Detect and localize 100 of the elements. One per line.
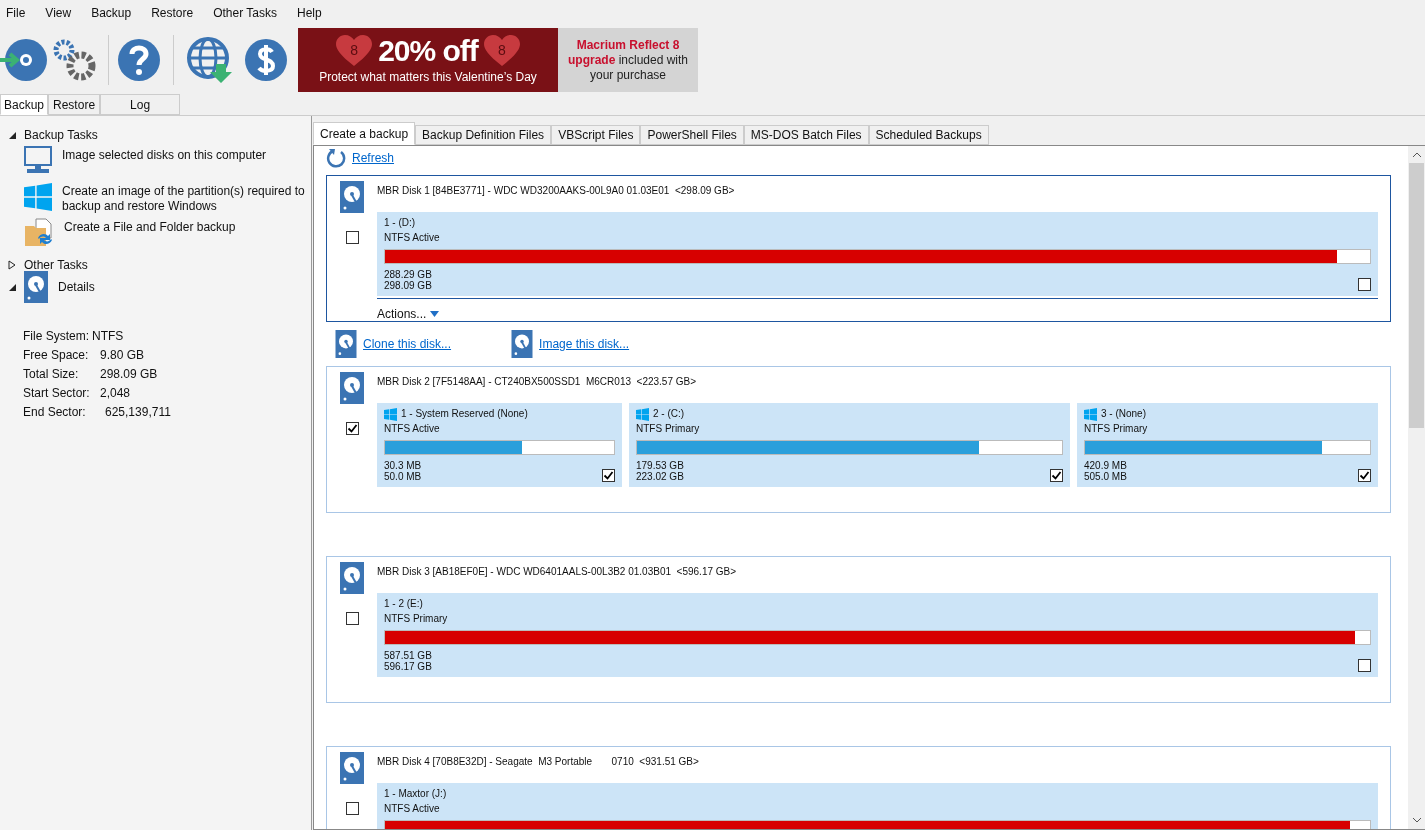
partition-checkbox[interactable] [1358, 469, 1371, 482]
detail-label: End Sector: [23, 404, 87, 421]
windows-icon [636, 407, 649, 421]
disk-checkbox[interactable] [345, 422, 359, 435]
menu-item[interactable]: View [45, 3, 72, 22]
partition-checkbox[interactable] [602, 469, 615, 482]
partition-label: 1 - System Reserved (None) [401, 407, 528, 421]
section-title[interactable]: Details [58, 278, 95, 296]
menu-item[interactable]: File [6, 3, 26, 22]
partition-panel[interactable]: 1 - Maxtor (J:) NTFS Active [377, 783, 1378, 829]
task-item[interactable]: Create an image of the partition(s) required to backup and restore Windows [24, 182, 311, 218]
disk-checkbox[interactable] [345, 802, 359, 815]
total-size: 50.0 MB [384, 471, 422, 482]
content-tab[interactable]: MS-DOS Batch Files [743, 125, 869, 145]
total-size: 505.0 MB [1084, 471, 1127, 482]
partition-label: 1 - Maxtor (J:) [384, 787, 447, 801]
disk-title: MBR Disk 2 [7F5148AA] - CT240BX500SSD1 M6CR013 <223.57 GB> [377, 375, 698, 389]
content-tab[interactable]: Backup Definition Files [415, 125, 552, 145]
partition-panel[interactable]: 1 - (D:) NTFS Active 288.29 GB 298.09 GB [377, 212, 1378, 296]
menu-item[interactable]: Help [297, 3, 322, 22]
partition-checkbox[interactable] [1358, 278, 1371, 291]
disk-card[interactable]: MBR Disk 1 [84BE3771] - WDC WD3200AAKS-00L9A0 01.03E01 <298.09 GB> 1 - (D:) NTFS Active 288.29 GB 298.09 GB Actions... [326, 175, 1391, 322]
banner-tagline: Protect what matters this Valentine’s Day [319, 69, 537, 86]
used-size: 288.29 GB [384, 269, 432, 280]
partition-label: 3 - (None) [1101, 407, 1146, 421]
partition-checkbox[interactable] [1358, 659, 1371, 672]
file-system-label: NTFS Active [384, 231, 441, 245]
refresh-icon[interactable] [326, 148, 346, 168]
used-size: 179.53 GB [636, 460, 684, 471]
detail-value: NTFS [92, 328, 124, 345]
disk-checkbox[interactable] [345, 231, 359, 244]
content-tab[interactable]: Scheduled Backups [868, 125, 989, 145]
detail-label: File System: [23, 328, 89, 345]
scrollbar[interactable] [1408, 146, 1425, 829]
partition-panel[interactable]: 1 - 2 (E:) NTFS Primary 587.51 GB 596.17 GB [377, 593, 1378, 677]
content-tab[interactable]: VBScript Files [551, 125, 641, 145]
disk-card[interactable]: MBR Disk 4 [70B8E32D] - Seagate M3 Portable 0710 <931.51 GB> 1 - Maxtor (J:) NTFS Active [326, 746, 1391, 829]
offer-text: Macrium Reflect 8 upgrade included with your purchase [566, 37, 690, 83]
partition-checkbox[interactable] [1050, 469, 1063, 482]
partition-panel[interactable]: 1 - System Reserved (None) NTFS Active 30.3 MB 50.0 MB [377, 403, 622, 487]
file-system-label: NTFS Primary [1084, 422, 1149, 436]
detail-label: Total Size: [23, 366, 80, 383]
main-tab[interactable]: Restore [48, 94, 101, 115]
menu-item[interactable]: Other Tasks [213, 3, 277, 22]
detail-label: Free Space: [23, 347, 90, 364]
disk-card[interactable]: MBR Disk 3 [AB18EF0E] - WDC WD6401AALS-00L3B2 01.03B01 <596.17 GB> 1 - 2 (E:) NTFS Primary 587.51 GB 596.17 GB [326, 556, 1391, 703]
section-title[interactable]: Backup Tasks [24, 126, 98, 144]
disk-image-icon[interactable] [0, 36, 48, 84]
main-tab[interactable]: Backup [0, 94, 49, 115]
partition-label: 1 - (D:) [384, 216, 416, 230]
disk-title: MBR Disk 3 [AB18EF0E] - WDC WD6401AALS-00L3B2 01.03B01 <596.17 GB> [377, 565, 738, 579]
disk-card[interactable]: MBR Disk 2 [7F5148AA] - CT240BX500SSD1 M6CR013 <223.57 GB> 1 - System Reserved (None) NTFS Active 30.3 MB 50.0 MB 2 - (C:) NTFS Primary 179.53 GB 223.02 GB 3 - (None) NTFS Primary 420.9 MB 505.0 MB [326, 366, 1391, 513]
detail-value: 298.09 GB [100, 366, 158, 383]
heart-number: 8 [350, 41, 359, 60]
dropdown-arrow-icon [430, 311, 440, 317]
help-icon[interactable] [117, 38, 161, 82]
actions-dropdown[interactable]: Actions... [377, 305, 440, 323]
collapse-arrow-icon[interactable] [8, 283, 16, 291]
partition-label: 2 - (C:) [653, 407, 685, 421]
file-system-label: NTFS Active [384, 422, 441, 436]
content-tab[interactable]: PowerShell Files [640, 125, 744, 145]
task-item[interactable]: Create a File and Folder backup [24, 218, 311, 254]
windows-icon [384, 407, 397, 421]
windows-icon [24, 182, 52, 212]
detail-value: 625,139,711 [105, 404, 171, 421]
windows-icon [1084, 407, 1097, 421]
partition-label: 1 - 2 (E:) [384, 597, 423, 611]
detail-value: 9.80 GB [100, 347, 145, 364]
disk-action-link[interactable]: Clone this disk... [363, 335, 452, 353]
section-title[interactable]: Other Tasks [24, 256, 88, 274]
total-size: 223.02 GB [636, 471, 684, 482]
used-size: 420.9 MB [1084, 460, 1127, 471]
disk-title: MBR Disk 4 [70B8E32D] - Seagate M3 Portable 0710 <931.51 GB> [377, 755, 700, 769]
main-tab[interactable]: Log [100, 94, 181, 115]
detail-label: Start Sector: [23, 385, 91, 402]
expand-arrow-icon[interactable] [8, 260, 16, 270]
dollar-icon[interactable] [244, 38, 288, 82]
menu-item[interactable]: Restore [151, 3, 194, 22]
task-item[interactable]: Image selected disks on this computer [24, 146, 311, 182]
disk-checkbox[interactable] [345, 612, 359, 625]
disk-action-link[interactable]: Image this disk... [539, 335, 630, 353]
total-size: 596.17 GB [384, 661, 432, 672]
heart-icon [336, 35, 373, 67]
detail-value: 2,048 [100, 385, 131, 402]
collapse-arrow-icon[interactable] [8, 131, 16, 139]
content-tab[interactable]: Create a backup [313, 122, 416, 145]
menu-item[interactable]: Backup [91, 3, 132, 22]
total-size: 298.09 GB [384, 280, 432, 291]
used-size: 30.3 MB [384, 460, 422, 471]
globe-download-icon[interactable] [186, 36, 234, 84]
folder-sync-icon [24, 218, 54, 248]
monitor-icon [24, 146, 52, 174]
partition-panel[interactable]: 3 - (None) NTFS Primary 420.9 MB 505.0 MB [1077, 403, 1378, 487]
file-system-label: NTFS Primary [636, 422, 701, 436]
partition-panel[interactable]: 2 - (C:) NTFS Primary 179.53 GB 223.02 GB [629, 403, 1070, 487]
heart-number: 8 [497, 41, 506, 60]
file-system-label: NTFS Primary [384, 612, 449, 626]
file-system-label: NTFS Active [384, 802, 441, 816]
refresh-link[interactable]: Refresh [352, 149, 395, 167]
used-size: 587.51 GB [384, 650, 432, 661]
